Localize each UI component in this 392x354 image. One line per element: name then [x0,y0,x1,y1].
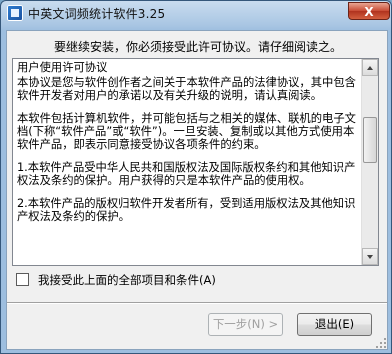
license-text: 用户使用许可协议 本协议是您与软件创作者之间关于本软件产品的法律协议，其中包含软… [17,61,356,263]
window-title: 中英文词频统计软件3.25 [28,7,166,21]
license-paragraph: 1.本软件产品受中华人民共和国版权法及国际版权条约和其他知识产权法及条约的保护。… [17,161,356,187]
accept-terms-checkbox[interactable] [16,273,29,286]
license-paragraph: 本软件包括计算机软件，并可能包括与之相关的媒体、联机的电子文档(下称“软件产品”… [17,112,356,151]
scroll-down-arrow-icon[interactable] [362,248,378,265]
title-bar[interactable]: 中英文词频统计软件3.25 X [1,1,391,25]
vertical-scrollbar[interactable] [361,59,378,265]
license-heading: 用户使用许可协议 [17,61,108,74]
license-textbox[interactable]: 用户使用许可协议 本协议是您与软件创作者之间关于本软件产品的法律协议，其中包含软… [12,58,379,266]
scroll-up-arrow-icon[interactable] [362,59,378,76]
license-paragraph: 2.本软件产品的版权归软件开发者所有，受到适用版权法及其他知识产权法及条约的保护… [17,197,356,223]
divider [7,302,387,304]
app-icon [7,5,23,21]
resize-grip-icon[interactable] [376,338,386,348]
license-prompt: 要继续安装，你必须接受此许可协议。请仔细阅读之。 [53,40,342,54]
dialog-body: 要继续安装，你必须接受此许可协议。请仔细阅读之。 用户使用许可协议 本协议是您与… [6,30,388,350]
scroll-thumb[interactable] [363,117,377,163]
exit-button[interactable]: 退出(E) [297,313,372,336]
close-button[interactable]: X [348,2,390,20]
license-paragraph: 本协议是您与软件创作者之间关于本软件产品的法律协议，其中包含软件开发者对用户的承… [17,76,356,102]
accept-terms-label[interactable]: 我接受此上面的全部项目和条件(A) [38,272,216,288]
next-button[interactable]: 下一步(N) > [208,313,283,336]
installer-window: 中英文词频统计软件3.25 X 要继续安装，你必须接受此许可协议。请仔细阅读之。… [0,0,392,354]
